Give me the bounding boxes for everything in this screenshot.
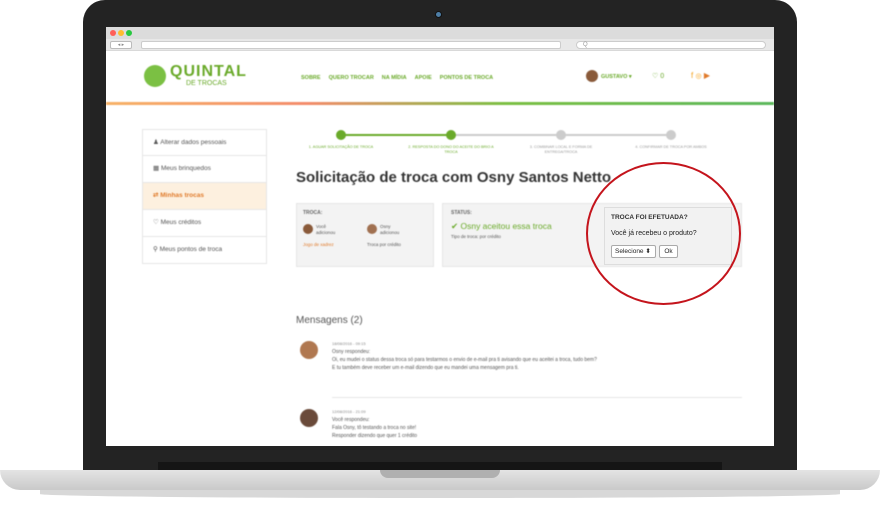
- page-title: Solicitação de troca com Osny Santos Net…: [296, 169, 612, 186]
- logo-title[interactable]: QUINTAL: [170, 63, 247, 81]
- message-text: E tu também deve receber um e-mail dizen…: [332, 365, 519, 371]
- youtube-icon[interactable]: ▶: [704, 71, 710, 80]
- message-text: Responder dizendo que quer 1 crédito: [332, 433, 418, 439]
- status-badge: ✔ Osny aceitou essa troca: [451, 221, 552, 231]
- step-connector: [341, 134, 451, 136]
- troca-you: Você: [316, 224, 327, 229]
- message-author: Osny respondeu:: [332, 349, 371, 355]
- instagram-icon[interactable]: ◎: [695, 73, 701, 80]
- laptop-shadow: [40, 490, 840, 498]
- minimize-window-button[interactable]: [118, 30, 124, 36]
- menu-item-pontos-de-troca[interactable]: PONTOS DE TROCA: [440, 75, 493, 81]
- message-text: Fala Osny, tô testando a troca no site!: [332, 425, 417, 431]
- step-2-label: 2. RESPOSTA DO DONO DO ACEITE DO BRIO A …: [408, 145, 494, 154]
- status-type: Tipo de troca: por crédito: [451, 234, 501, 239]
- highlight-circle: [586, 162, 741, 305]
- status-label: STATUS:: [451, 210, 472, 216]
- troca-panel: TROCA: Você adicionou Osny adicionou Jog…: [296, 203, 434, 267]
- likes-counter[interactable]: ♡ 0: [652, 72, 664, 80]
- troca-item-other: Troca por crédito: [367, 242, 401, 247]
- message-text: Oi, eu mudei o status dessa troca só par…: [332, 357, 597, 363]
- sidebar-item-pontos[interactable]: ⚲ Meus pontos de troca: [142, 237, 267, 264]
- message-author: Você respondeu:: [332, 417, 370, 423]
- account-sidebar: ♟ Alterar dados pessoais ▦ Meus brinqued…: [142, 129, 267, 264]
- menu-item-apoie[interactable]: APOIE: [415, 75, 432, 81]
- window-titlebar: [106, 27, 774, 39]
- message-date: 12/08/2016 - 21:09: [332, 409, 366, 414]
- header-divider: [106, 102, 774, 105]
- troca-other: Osny: [380, 224, 391, 229]
- step-4-label: 4. CONFIRMAR DE TROCA POR AMBOS: [635, 145, 707, 149]
- main-menu: SOBRE QUERO TROCAR NA MÍDIA APOIE PONTOS…: [301, 75, 493, 81]
- pin-icon: ⚲: [153, 246, 160, 253]
- troca-other-sub: adicionou: [380, 230, 400, 235]
- camera-icon: [435, 11, 442, 18]
- avatar: [300, 341, 318, 359]
- user-avatar[interactable]: [586, 70, 598, 82]
- step-connector: [451, 134, 561, 136]
- close-window-button[interactable]: [110, 30, 116, 36]
- avatar: [367, 224, 377, 234]
- step-3-label: 3. COMBINAR LOCAL E FORMA DE ENTREGA/TRO…: [529, 145, 593, 154]
- sidebar-item-dados[interactable]: ♟ Alterar dados pessoais: [142, 129, 267, 156]
- menu-item-quero-trocar[interactable]: QUERO TROCAR: [329, 75, 374, 81]
- step-3-dot: [556, 130, 566, 140]
- avatar: [303, 224, 313, 234]
- sidebar-item-label: Meus créditos: [160, 219, 202, 226]
- screen-bezel-bottom: [158, 462, 722, 470]
- troca-label: TROCA:: [303, 210, 323, 216]
- toys-icon: ▦: [153, 165, 161, 172]
- sidebar-item-brinquedos[interactable]: ▦ Meus brinquedos: [142, 156, 267, 183]
- step-connector: [561, 134, 671, 136]
- logo-subtitle: DE TROCAS: [186, 80, 227, 87]
- step-4-dot: [666, 130, 676, 140]
- troca-you-sub: adicionou: [316, 230, 336, 235]
- message-date: 18/08/2016 - 09:15: [332, 341, 366, 346]
- user-menu[interactable]: GUSTAVO ▾: [601, 74, 632, 80]
- maximize-window-button[interactable]: [126, 30, 132, 36]
- step-1-label: 1. AGUAR SOLICITAÇÃO DE TROCA: [308, 145, 374, 149]
- step-1-dot: [336, 130, 346, 140]
- message-divider: [332, 397, 742, 398]
- browser-search-input[interactable]: Q: [576, 41, 766, 49]
- sidebar-item-label: Meus pontos de troca: [159, 246, 223, 253]
- sidebar-item-label: Meus brinquedos: [160, 165, 211, 172]
- facebook-icon[interactable]: f: [691, 71, 693, 80]
- menu-item-na-midia[interactable]: NA MÍDIA: [382, 75, 407, 81]
- menu-item-sobre[interactable]: SOBRE: [301, 75, 321, 81]
- sidebar-item-trocas[interactable]: ⇄ Minhas trocas: [142, 183, 267, 210]
- troca-item-link[interactable]: Jogo de xadrez: [303, 242, 334, 247]
- logo-icon[interactable]: [144, 65, 166, 87]
- avatar: [300, 409, 318, 427]
- step-2-dot: [446, 130, 456, 140]
- messages-title: Mensagens (2): [296, 315, 363, 326]
- laptop-notch: [380, 470, 500, 478]
- sidebar-item-creditos[interactable]: ♡ Meus créditos: [142, 210, 267, 237]
- back-forward-buttons[interactable]: ◂ ▸: [110, 41, 132, 49]
- sidebar-item-label: Alterar dados pessoais: [160, 139, 227, 146]
- sidebar-item-label: Minhas trocas: [160, 192, 204, 199]
- address-bar[interactable]: [141, 41, 561, 49]
- site-header: QUINTAL DE TROCAS SOBRE QUERO TROCAR NA …: [106, 51, 774, 103]
- social-links: f ◎ ▶: [691, 71, 710, 80]
- heart-icon: ♡: [153, 219, 161, 226]
